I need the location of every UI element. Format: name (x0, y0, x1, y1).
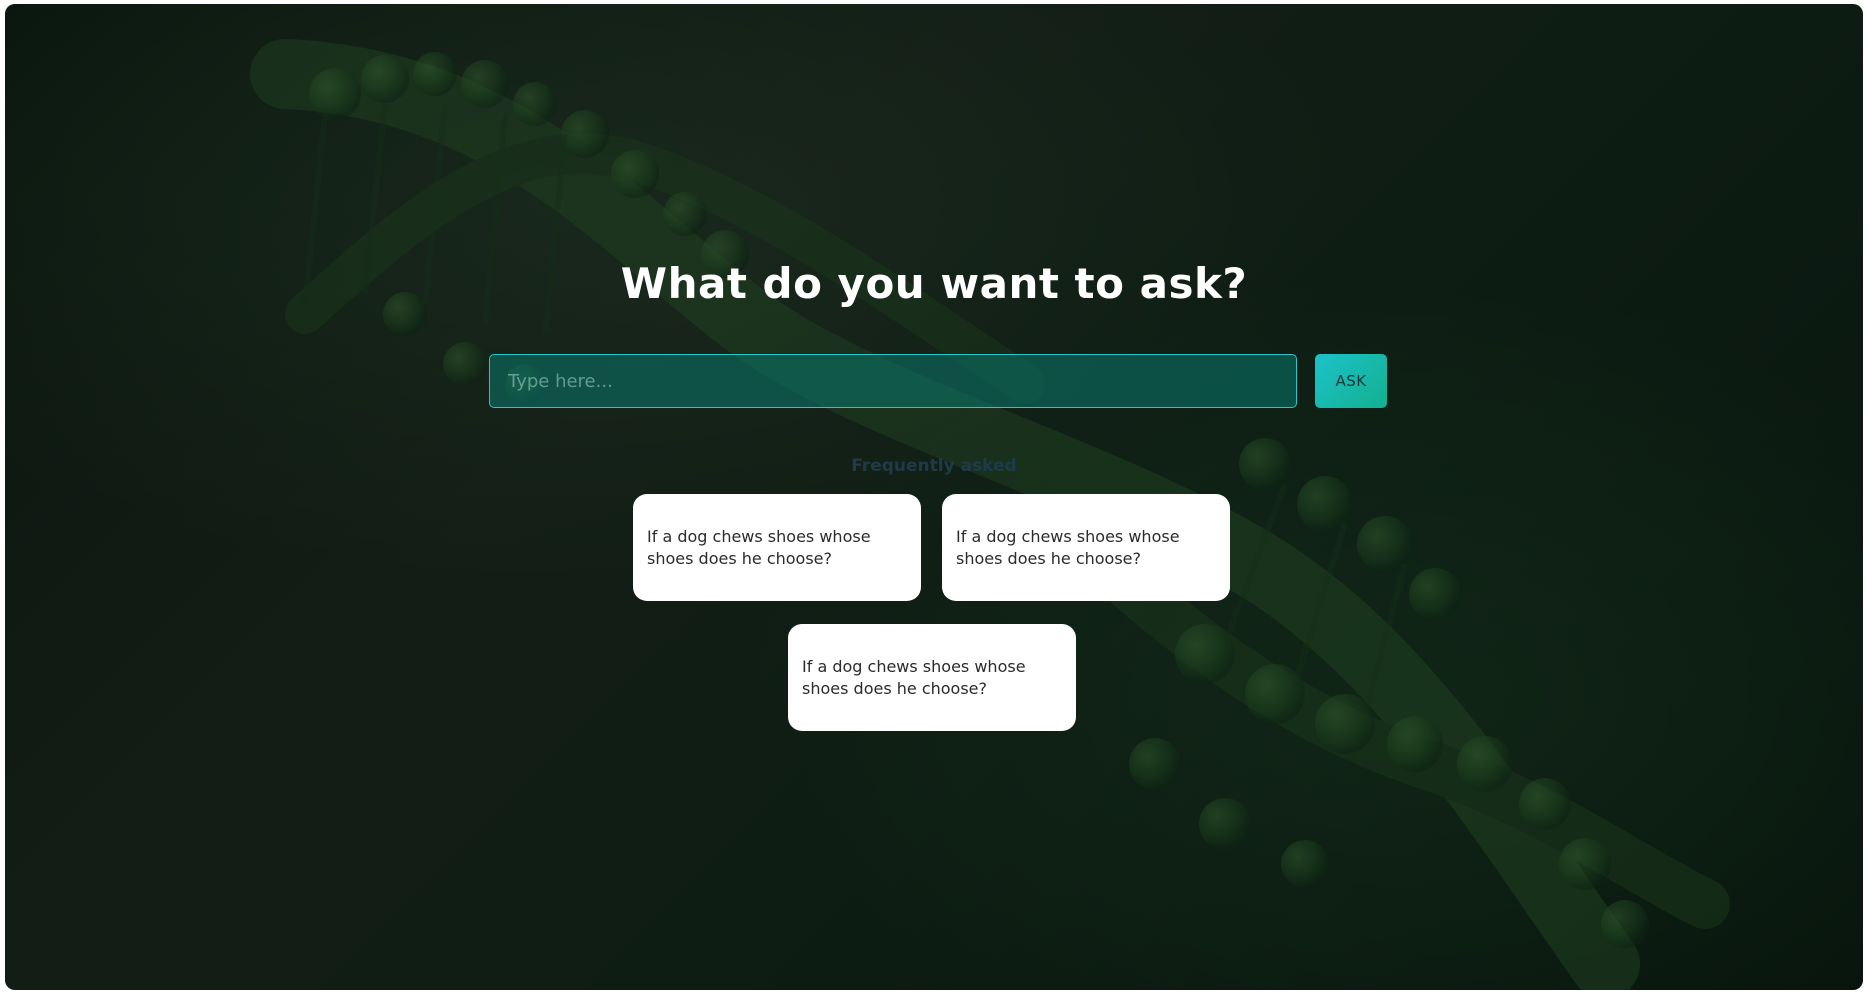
faq-heading: Frequently asked (851, 456, 1017, 476)
faq-card[interactable]: If a dog chews shoes whose shoes does he… (633, 494, 921, 601)
faq-card[interactable]: If a dog chews shoes whose shoes does he… (942, 494, 1230, 601)
app-window: What do you want to ask? ASK Frequently … (5, 4, 1863, 990)
faq-card-text: If a dog chews shoes whose shoes does he… (647, 527, 871, 568)
page-title: What do you want to ask? (620, 259, 1248, 308)
question-input[interactable] (489, 354, 1297, 408)
ask-form: ASK (489, 351, 1389, 408)
faq-card-text: If a dog chews shoes whose shoes does he… (802, 657, 1026, 698)
faq-card-text: If a dog chews shoes whose shoes does he… (956, 527, 1180, 568)
ask-button[interactable]: ASK (1315, 354, 1387, 408)
faq-card[interactable]: If a dog chews shoes whose shoes does he… (788, 624, 1076, 731)
dna-helix-background-image (5, 4, 1863, 990)
